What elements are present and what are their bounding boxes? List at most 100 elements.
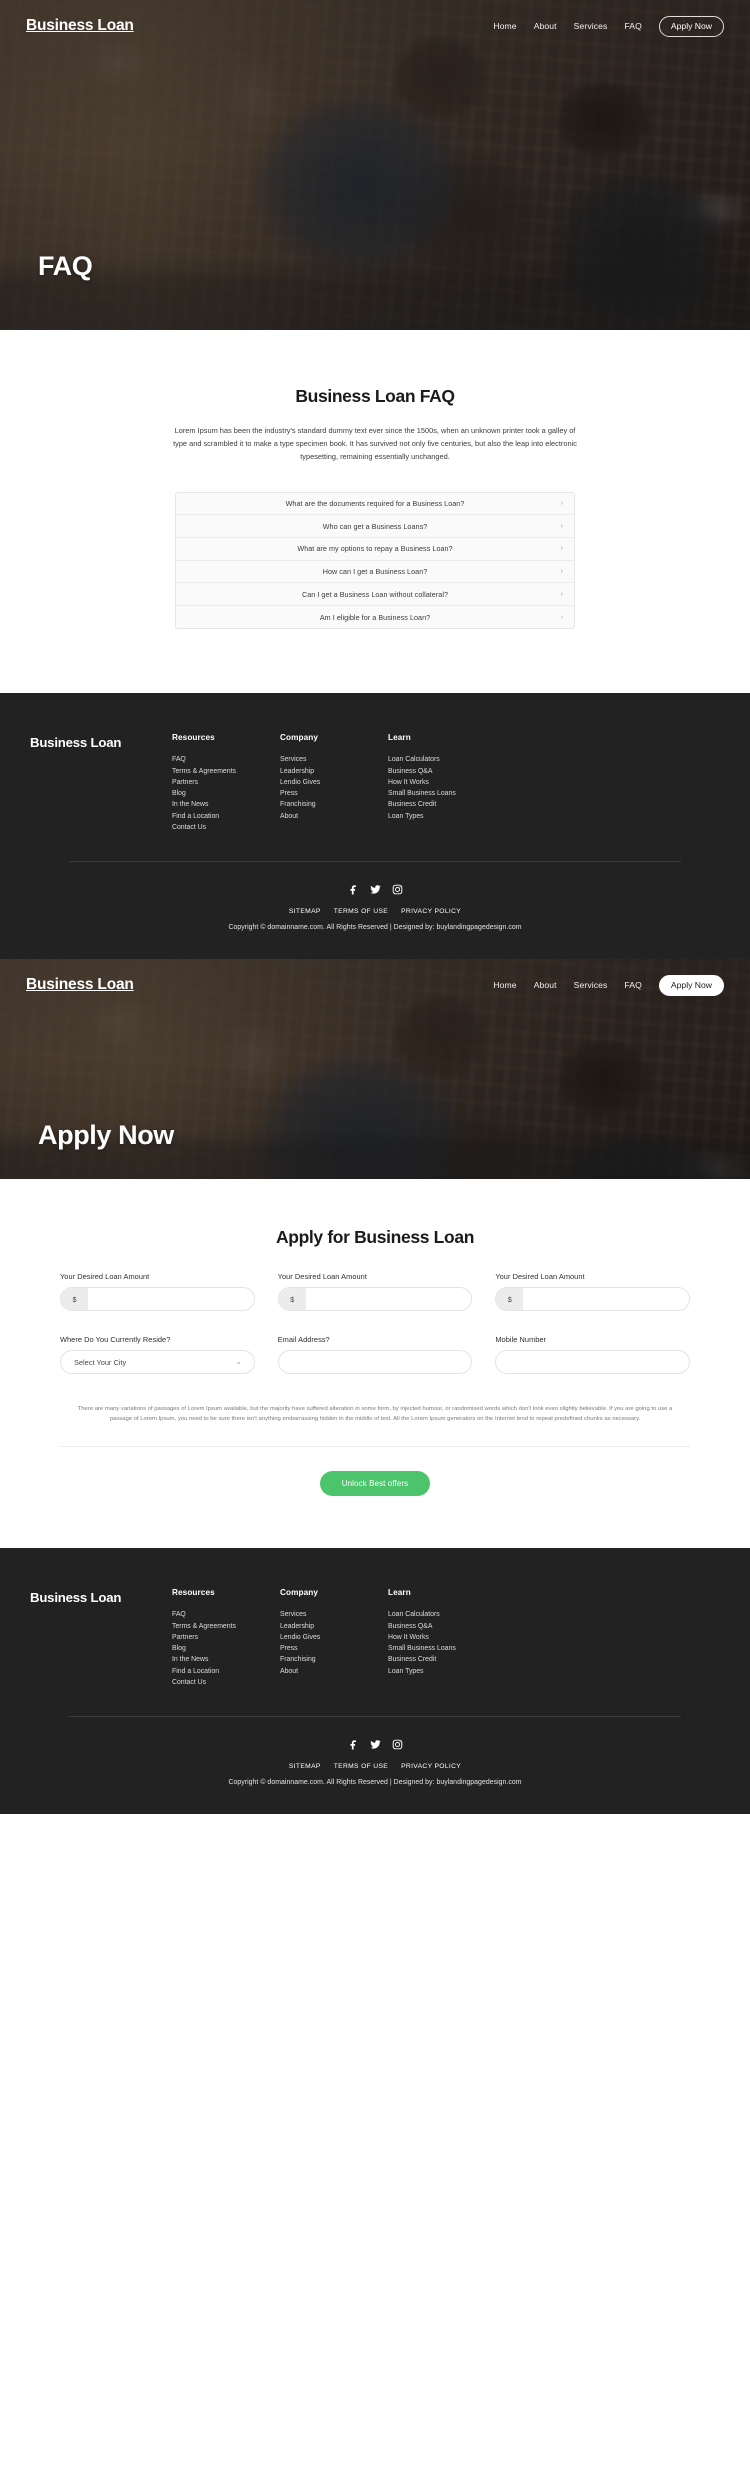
nav-item-home[interactable]: Home (493, 21, 516, 31)
footer-link-business-qa[interactable]: Business Q&A (388, 766, 524, 777)
twitter-icon[interactable] (369, 1739, 381, 1750)
faq-accordion-item[interactable]: How can I get a Business Loan? › (176, 560, 574, 584)
faq-accordion-item[interactable]: Am I eligible for a Business Loan? › (176, 605, 574, 629)
footer-link-partners[interactable]: Partners (172, 777, 280, 788)
form-row-contact: Where Do You Currently Reside? Select Yo… (60, 1335, 691, 1375)
footer-link-how-it-works[interactable]: How It Works (388, 1632, 524, 1643)
input-shell: $ (60, 1287, 255, 1312)
chevron-right-icon: › (560, 590, 563, 598)
faq-accordion-item[interactable]: What are the documents required for a Bu… (176, 492, 574, 516)
loan-amount-input-2[interactable] (305, 1288, 472, 1311)
footer-link-loan-calculators[interactable]: Loan Calculators (388, 754, 524, 765)
facebook-icon[interactable] (348, 1739, 359, 1750)
footer-link-about[interactable]: About (280, 1666, 388, 1677)
city-select[interactable]: Select Your City ⌄ (60, 1350, 255, 1375)
brand-logo[interactable]: Business Loan (26, 17, 134, 35)
city-select-value: Select Your City (74, 1357, 127, 1367)
footer-link-blog[interactable]: Blog (172, 1643, 280, 1654)
footer-link-sitemap[interactable]: SITEMAP (289, 908, 321, 915)
nav-item-faq[interactable]: FAQ (624, 21, 642, 31)
nav-item-services[interactable]: Services (574, 980, 608, 990)
unlock-best-offers-button[interactable]: Unlock Best offers (319, 1471, 431, 1497)
field-label: Mobile Number (495, 1335, 547, 1345)
footer-link-find-a-location[interactable]: Find a Location (172, 811, 280, 822)
chevron-right-icon: › (560, 567, 563, 575)
footer-link-terms-of-use[interactable]: TERMS OF USE (334, 1763, 388, 1770)
footer-column-heading: Learn (388, 733, 411, 743)
footer-link-about[interactable]: About (280, 811, 388, 822)
faq-accordion: What are the documents required for a Bu… (175, 491, 575, 630)
facebook-icon[interactable] (348, 884, 359, 895)
field-loan-amount-1: Your Desired Loan Amount $ (60, 1272, 255, 1312)
footer-link-business-credit[interactable]: Business Credit (388, 799, 524, 810)
footer-columns: Business Loan Resources FAQ Terms & Agre… (30, 1588, 720, 1688)
dollar-sign-icon: $ (61, 1288, 88, 1311)
loan-amount-input-1[interactable] (88, 1288, 254, 1311)
footer-link-leadership[interactable]: Leadership (280, 1621, 388, 1632)
footer-link-business-qa[interactable]: Business Q&A (388, 1621, 524, 1632)
footer-link-in-the-news[interactable]: In the News (172, 799, 280, 810)
footer-link-lendio-gives[interactable]: Lendio Gives (280, 1632, 388, 1643)
email-input[interactable] (291, 1357, 459, 1367)
faq-question-label: What are the documents required for a Bu… (285, 499, 465, 509)
apply-form-divider (60, 1446, 690, 1448)
footer-link-in-the-news[interactable]: In the News (172, 1654, 280, 1665)
footer-link-blog[interactable]: Blog (172, 788, 280, 799)
footer-column-heading: Resources (172, 1588, 215, 1598)
footer-link-loan-calculators[interactable]: Loan Calculators (388, 1609, 524, 1620)
footer-link-franchising[interactable]: Franchising (280, 799, 388, 810)
footer-link-press[interactable]: Press (280, 788, 388, 799)
footer-link-partners[interactable]: Partners (172, 1632, 280, 1643)
footer-link-services[interactable]: Services (280, 1609, 388, 1620)
footer-link-lendio-gives[interactable]: Lendio Gives (280, 777, 388, 788)
footer-link-faq[interactable]: FAQ (172, 754, 280, 765)
footer-link-sitemap[interactable]: SITEMAP (289, 1763, 321, 1770)
nav-item-about[interactable]: About (534, 21, 557, 31)
nav-item-about[interactable]: About (534, 980, 557, 990)
faq-section: Business Loan FAQ Lorem Ipsum has been t… (0, 330, 750, 694)
dollar-sign-icon: $ (496, 1288, 524, 1311)
footer-link-business-credit[interactable]: Business Credit (388, 1654, 524, 1665)
nav-apply-now-button[interactable]: Apply Now (658, 15, 724, 37)
faq-accordion-item[interactable]: Can I get a Business Loan without collat… (176, 583, 574, 606)
instagram-icon[interactable] (392, 884, 403, 895)
apply-section: Apply for Business Loan Your Desired Loa… (0, 1179, 750, 1549)
nav-item-services[interactable]: Services (574, 21, 608, 31)
footer-link-small-business-loans[interactable]: Small Business Loans (388, 788, 524, 799)
navbar-faq: Business Loan Home About Services FAQ Ap… (0, 0, 750, 52)
chevron-right-icon: › (560, 500, 563, 508)
footer-legal-links: SITEMAP TERMS OF USE PRIVACY POLICY (0, 1763, 750, 1770)
footer-link-press[interactable]: Press (280, 1643, 388, 1654)
footer-link-find-a-location[interactable]: Find a Location (172, 1666, 280, 1677)
footer-link-small-business-loans[interactable]: Small Business Loans (388, 1643, 524, 1654)
nav-apply-now-button[interactable]: Apply Now (658, 974, 724, 996)
footer-secondary: Business Loan Resources FAQ Terms & Agre… (0, 1548, 750, 1815)
footer-column-resources: Resources FAQ Terms & Agreements Partner… (172, 1588, 280, 1688)
faq-accordion-item[interactable]: What are my options to repay a Business … (176, 538, 574, 561)
footer-link-contact-us[interactable]: Contact Us (172, 822, 280, 833)
loan-amount-input-3[interactable] (523, 1288, 690, 1311)
footer-link-faq[interactable]: FAQ (172, 1609, 280, 1620)
footer-link-franchising[interactable]: Franchising (280, 1654, 388, 1665)
brand-logo[interactable]: Business Loan (26, 976, 134, 994)
footer-column-learn: Learn Loan Calculators Business Q&A How … (388, 1588, 524, 1677)
twitter-icon[interactable] (369, 884, 381, 895)
footer-link-how-it-works[interactable]: How It Works (388, 777, 524, 788)
footer-link-loan-types[interactable]: Loan Types (388, 811, 524, 822)
footer-link-privacy-policy[interactable]: PRIVACY POLICY (401, 908, 461, 915)
footer-link-leadership[interactable]: Leadership (280, 766, 388, 777)
field-label: Your Desired Loan Amount (277, 1272, 367, 1282)
nav-item-home[interactable]: Home (493, 980, 516, 990)
mobile-number-input[interactable] (509, 1357, 677, 1367)
footer-link-terms-of-use[interactable]: TERMS OF USE (334, 908, 388, 915)
faq-accordion-item[interactable]: Who can get a Business Loans? › (176, 515, 574, 539)
nav-item-faq[interactable]: FAQ (624, 980, 642, 990)
footer-link-services[interactable]: Services (280, 754, 388, 765)
field-label: Your Desired Loan Amount (495, 1272, 585, 1282)
instagram-icon[interactable] (392, 1739, 403, 1750)
footer-link-privacy-policy[interactable]: PRIVACY POLICY (401, 1763, 461, 1770)
footer-link-terms-agreements[interactable]: Terms & Agreements (172, 766, 280, 777)
footer-link-loan-types[interactable]: Loan Types (388, 1666, 524, 1677)
footer-link-contact-us[interactable]: Contact Us (172, 1677, 280, 1688)
footer-link-terms-agreements[interactable]: Terms & Agreements (172, 1621, 280, 1632)
